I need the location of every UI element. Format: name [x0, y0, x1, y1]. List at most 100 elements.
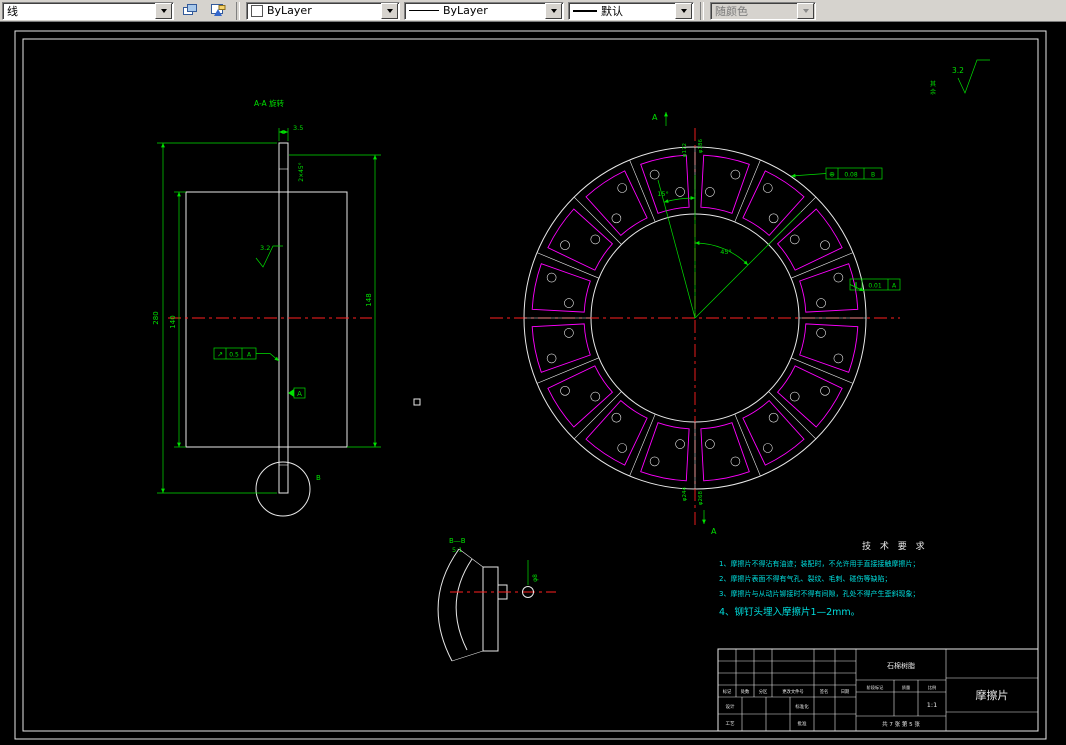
rivet-hole: [789, 391, 800, 402]
rivet-hole: [611, 213, 622, 224]
tech-requirement-item: 4、铆钉头埋入摩擦片1—2mm。: [719, 606, 860, 618]
toolbar-separator: [700, 1, 704, 20]
layer-previous-button[interactable]: [206, 0, 230, 21]
stage-label: 阶段标记: [867, 684, 885, 691]
scale-label: 比例: [928, 684, 936, 691]
chevron-down-icon: [160, 8, 167, 13]
rivet-hole: [833, 353, 844, 364]
section-hatch-top: [278, 142, 289, 170]
angle-ref-line: [657, 179, 696, 319]
roughness-value: 3.2: [952, 66, 964, 75]
tech-requirement-item: 3、摩擦片与从动片铆接时不得有间隙，孔处不得产生歪斜现象；: [719, 589, 919, 598]
layer-combo-arrow-icon[interactable]: [155, 2, 172, 19]
signature-row-label: 设计: [726, 703, 735, 710]
signature-row-label: 工艺: [726, 721, 735, 727]
dia-label: φ268: [698, 490, 704, 505]
hole-dia-label: φ8: [532, 574, 539, 582]
drawing-canvas[interactable]: A-A 旋转 B 280 140 148 3.5 2×45° 3.2 ↗ 0.5…: [0, 0, 1066, 745]
tolerance-symbol: ∥: [854, 282, 858, 290]
header-cell: 更改文件号: [782, 688, 803, 695]
segment-groove-line: [768, 391, 817, 440]
signature-row-label: 标准化: [795, 703, 809, 710]
sheet-frame: [14, 30, 1047, 740]
datum-letter: A: [297, 390, 302, 398]
rivet-hole: [560, 385, 570, 396]
detail-edge-line: [458, 548, 484, 568]
linetype-combo[interactable]: ByLayer: [404, 1, 564, 20]
linetype-combo-value: ByLayer: [443, 4, 488, 17]
detail-view-label: B—B: [449, 537, 466, 545]
detail-view-b-b: B—B 5:1 φ8: [437, 537, 556, 662]
angle-arc: [663, 196, 696, 203]
plotstyle-combo-arrow-icon: [797, 2, 814, 19]
section-letter-bottom: A: [711, 527, 717, 536]
rivet-hole: [768, 213, 779, 224]
rivet-hole: [816, 328, 826, 338]
tolerance-leader: [256, 353, 280, 362]
tolerance-value: 0.08: [844, 172, 858, 179]
rivet-hole: [730, 169, 741, 180]
rivet-hole: [649, 456, 660, 467]
lineweight-sample-icon: [573, 9, 597, 12]
header-cell: 标记: [723, 688, 732, 695]
section-hatch-bottom: [278, 464, 289, 494]
color-combo[interactable]: ByLayer: [246, 1, 400, 20]
mass-label: 质量: [902, 684, 910, 691]
linetype-combo-arrow-icon[interactable]: [545, 2, 562, 19]
rivet-hole: [762, 443, 773, 453]
signature-row-label: 批准: [798, 720, 807, 727]
roughness-note-char: 余: [930, 88, 936, 96]
front-ring-view: 15° 45° A A φ172 φ186 φ244 φ268 ⊕ 0.08 B…: [490, 112, 901, 536]
technical-requirements: 技 术 要 求 1、摩擦片不得沾有油迹；装配时，不允许用手直接接触摩擦片； 2、…: [719, 540, 928, 618]
color-combo-arrow-icon[interactable]: [381, 2, 398, 19]
dia-label: φ186: [698, 138, 704, 153]
tolerance-value: 0.5: [229, 352, 239, 359]
tolerance-datum-ref: B: [871, 172, 875, 179]
rivet-hole: [546, 272, 557, 283]
rivet-hole: [820, 240, 830, 250]
header-cell: 日期: [841, 689, 850, 695]
make-layer-current-button[interactable]: [178, 0, 202, 21]
rivet-hole: [705, 187, 715, 197]
roughness-symbol-icon: [957, 59, 990, 94]
section-view-a-a: A-A 旋转 B 280 140 148 3.5 2×45° 3.2 ↗ 0.5…: [152, 98, 381, 517]
color-swatch-icon: [251, 4, 263, 17]
lineweight-combo-value: 默认: [601, 4, 623, 18]
tolerance-datum-ref: A: [247, 352, 252, 359]
rivet-hole: [816, 298, 826, 308]
layers-icon: [182, 4, 197, 15]
header-cell: 签名: [820, 688, 829, 695]
tolerance-value: 0.01: [868, 283, 882, 290]
linetype-sample-icon: [409, 10, 439, 11]
scale-value: 1:1: [927, 701, 937, 709]
detail-arc-inner: [455, 558, 473, 651]
rivet-hole: [768, 412, 779, 423]
rivet-hole: [560, 240, 570, 250]
rivet-hole: [705, 439, 715, 449]
rivet-hole: [590, 234, 601, 245]
layer-combo[interactable]: 线: [2, 1, 174, 20]
lineweight-combo[interactable]: 默认: [568, 1, 694, 20]
sheet-info: 共 7 张 第 5 张: [882, 720, 920, 728]
angle-small-label: 15°: [657, 190, 669, 198]
lineweight-combo-arrow-icon[interactable]: [675, 2, 692, 19]
segment-groove-line: [573, 391, 622, 440]
rivet-hole: [611, 412, 622, 423]
chevron-down-icon: [802, 8, 809, 13]
part-name: 摩擦片: [976, 688, 1009, 702]
detail-view-scale: 5:1: [452, 546, 462, 554]
rivet-hole: [675, 439, 685, 449]
rivet-hole: [649, 169, 660, 180]
tolerance-datum-ref: A: [892, 283, 897, 290]
tech-requirements-title: 技 术 要 求: [862, 540, 928, 552]
color-combo-value: ByLayer: [267, 4, 312, 17]
rivet-hole: [762, 183, 773, 193]
rivet-hole: [564, 328, 574, 338]
plotstyle-combo-value: 随颜色: [715, 4, 748, 18]
rivet-hole: [820, 385, 830, 396]
tolerance-leader: [790, 173, 827, 178]
blip-marker: [413, 398, 421, 406]
dim-right: 148: [365, 293, 373, 306]
material: 石棉树脂: [887, 661, 915, 670]
angle-large-label: 45°: [720, 248, 732, 256]
